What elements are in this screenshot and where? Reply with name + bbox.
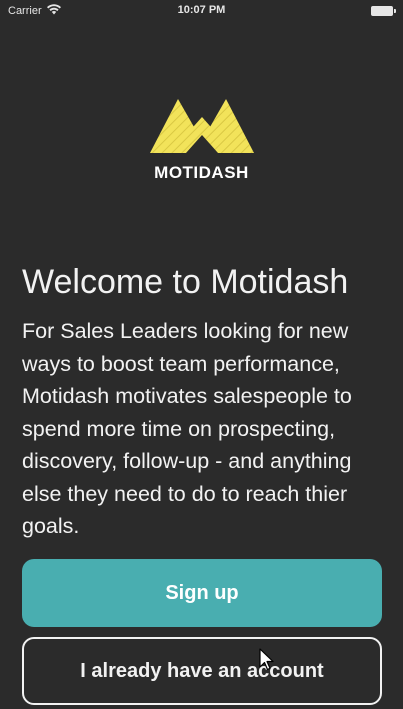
signup-button-label: Sign up <box>165 581 239 604</box>
brand-logo: MOTIDASH <box>0 97 403 183</box>
battery-icon <box>371 6 396 16</box>
login-button[interactable]: I already have an account <box>22 637 382 705</box>
welcome-screen: Carrier 10:07 PM MOTIDASH Welcome to Mot… <box>0 0 403 709</box>
welcome-description: For Sales Leaders looking for new ways t… <box>22 319 352 538</box>
welcome-title: Welcome to Motidash <box>22 263 349 301</box>
motidash-logo-icon <box>149 99 254 153</box>
brand-name: MOTIDASH <box>154 163 249 182</box>
mouse-pointer-icon <box>259 648 275 677</box>
status-time: 10:07 PM <box>177 4 226 16</box>
login-button-label: I already have an account <box>80 659 324 682</box>
signup-button[interactable]: Sign up <box>22 559 382 627</box>
status-bar: Carrier 10:07 PM <box>0 0 403 22</box>
